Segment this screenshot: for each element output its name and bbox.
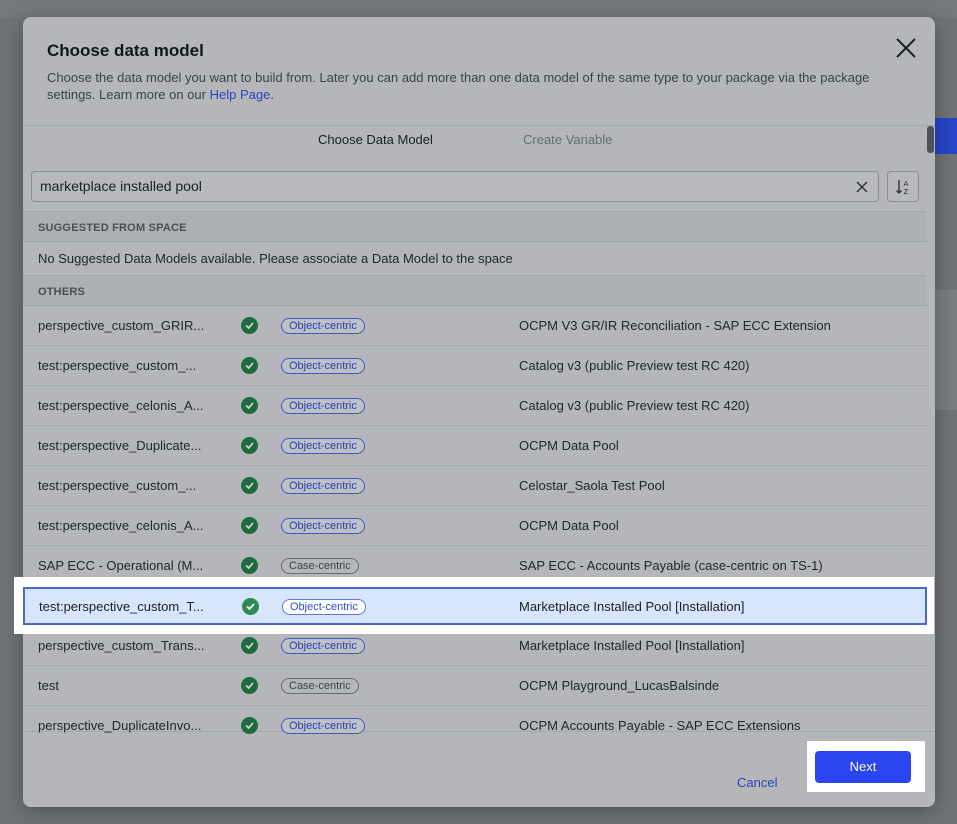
close-button[interactable] [891,33,921,63]
row-pool: Marketplace Installed Pool [Installation… [519,599,745,614]
description-text: Choose the data model you want to build … [47,70,870,102]
data-model-row[interactable]: perspective_custom_GRIR... Object-centric… [23,306,927,346]
check-icon [241,317,258,334]
row-name: test:perspective_custom_... [38,478,197,493]
background-header [0,0,957,18]
check-icon [241,717,258,734]
svg-text:A: A [904,180,909,188]
type-badge: Object-centric [281,718,365,734]
check-icon [241,677,258,694]
check-icon [241,477,258,494]
data-model-row-selected[interactable]: test:perspective_custom_T... Object-cent… [23,587,927,625]
row-name: perspective_DuplicateInvo... [38,718,202,733]
next-button[interactable]: Next [815,751,911,783]
check-icon [241,557,258,574]
type-badge: Object-centric [281,518,365,534]
cancel-button[interactable]: Cancel [737,775,777,790]
sort-button[interactable]: A Z [887,171,919,202]
row-name: test:perspective_Duplicate... [38,438,202,453]
row-pool: Celostar_Saola Test Pool [519,478,665,493]
tab-bar: Choose Data Model Create Variable [23,126,935,156]
row-pool: OCPM Accounts Payable - SAP ECC Extensio… [519,718,801,733]
row-name: perspective_custom_Trans... [38,638,205,653]
dialog-footer: Cancel [23,731,935,807]
dialog-title: Choose data model [47,41,204,60]
data-model-row[interactable]: test:perspective_custom_... Object-centri… [23,346,927,386]
clear-icon[interactable] [854,179,870,195]
row-name: test:perspective_custom_... [38,358,197,373]
svg-text:Z: Z [904,188,909,196]
row-pool: Marketplace Installed Pool [Installation… [519,638,745,653]
section-others-label: OTHERS [38,286,86,298]
row-name: SAP ECC - Operational (M... [38,558,204,573]
row-pool: OCPM V3 GR/IR Reconciliation - SAP ECC E… [519,318,831,333]
search-field [31,171,879,202]
type-badge: Object-centric [281,358,365,374]
close-icon [896,38,916,58]
type-badge: Case-centric [281,678,359,694]
row-pool: OCPM Playground_LucasBalsinde [519,678,720,693]
sort-icon: A Z [896,180,909,196]
description-suffix: . [270,87,274,102]
type-badge: Case-centric [281,558,359,574]
data-model-row[interactable]: test Case-centric OCPM Playground_LucasBal… [23,666,927,706]
row-name: test:perspective_custom_T... [39,599,204,614]
scrollbar-thumb[interactable] [927,126,934,153]
type-badge: Object-centric [281,478,365,494]
data-model-row[interactable]: test:perspective_celonis_A... Object-cent… [23,386,927,426]
tab-create-variable[interactable]: Create Variable [523,132,612,147]
row-pool: OCPM Data Pool [519,518,619,533]
type-badge: Object-centric [282,599,366,615]
dialog-description: Choose the data model you want to build … [47,69,887,103]
background-panel [935,290,957,410]
type-badge: Object-centric [281,398,365,414]
type-badge: Object-centric [281,638,365,654]
help-page-link[interactable]: Help Page [210,87,271,102]
data-model-row[interactable]: test:perspective_celonis_A... Object-cent… [23,506,927,546]
no-suggested-text: No Suggested Data Models available. Plea… [38,251,513,266]
row-name: test:perspective_celonis_A... [38,518,204,533]
row-pool: Catalog v3 (public Preview test RC 420) [519,358,750,373]
data-model-row[interactable]: test:perspective_Duplicate... Object-cent… [23,426,927,466]
type-badge: Object-centric [281,438,365,454]
check-icon [241,357,258,374]
row-name: test:perspective_celonis_A... [38,398,204,413]
check-icon [241,517,258,534]
row-pool: OCPM Data Pool [519,438,619,453]
check-icon [241,397,258,414]
row-name: perspective_custom_GRIR... [38,318,205,333]
row-name: test [38,678,59,693]
section-suggested-label: SUGGESTED FROM SPACE [38,222,187,234]
check-icon [241,437,258,454]
data-model-row[interactable]: perspective_DuplicateInvo... Object-centr… [23,706,927,736]
check-icon [241,637,258,654]
tab-choose-data-model[interactable]: Choose Data Model [318,132,433,147]
row-pool: SAP ECC - Accounts Payable (case-centric… [519,558,823,573]
row-pool: Catalog v3 (public Preview test RC 420) [519,398,750,413]
data-model-row[interactable]: test:perspective_custom_... Object-centri… [23,466,927,506]
type-badge: Object-centric [281,318,365,334]
data-model-list: perspective_custom_GRIR... Object-centric… [23,306,927,736]
no-suggested-message: No Suggested Data Models available. Plea… [23,242,927,275]
check-icon [242,598,259,615]
section-others: OTHERS [23,275,927,306]
search-input[interactable] [40,178,830,194]
section-suggested: SUGGESTED FROM SPACE [23,211,927,242]
